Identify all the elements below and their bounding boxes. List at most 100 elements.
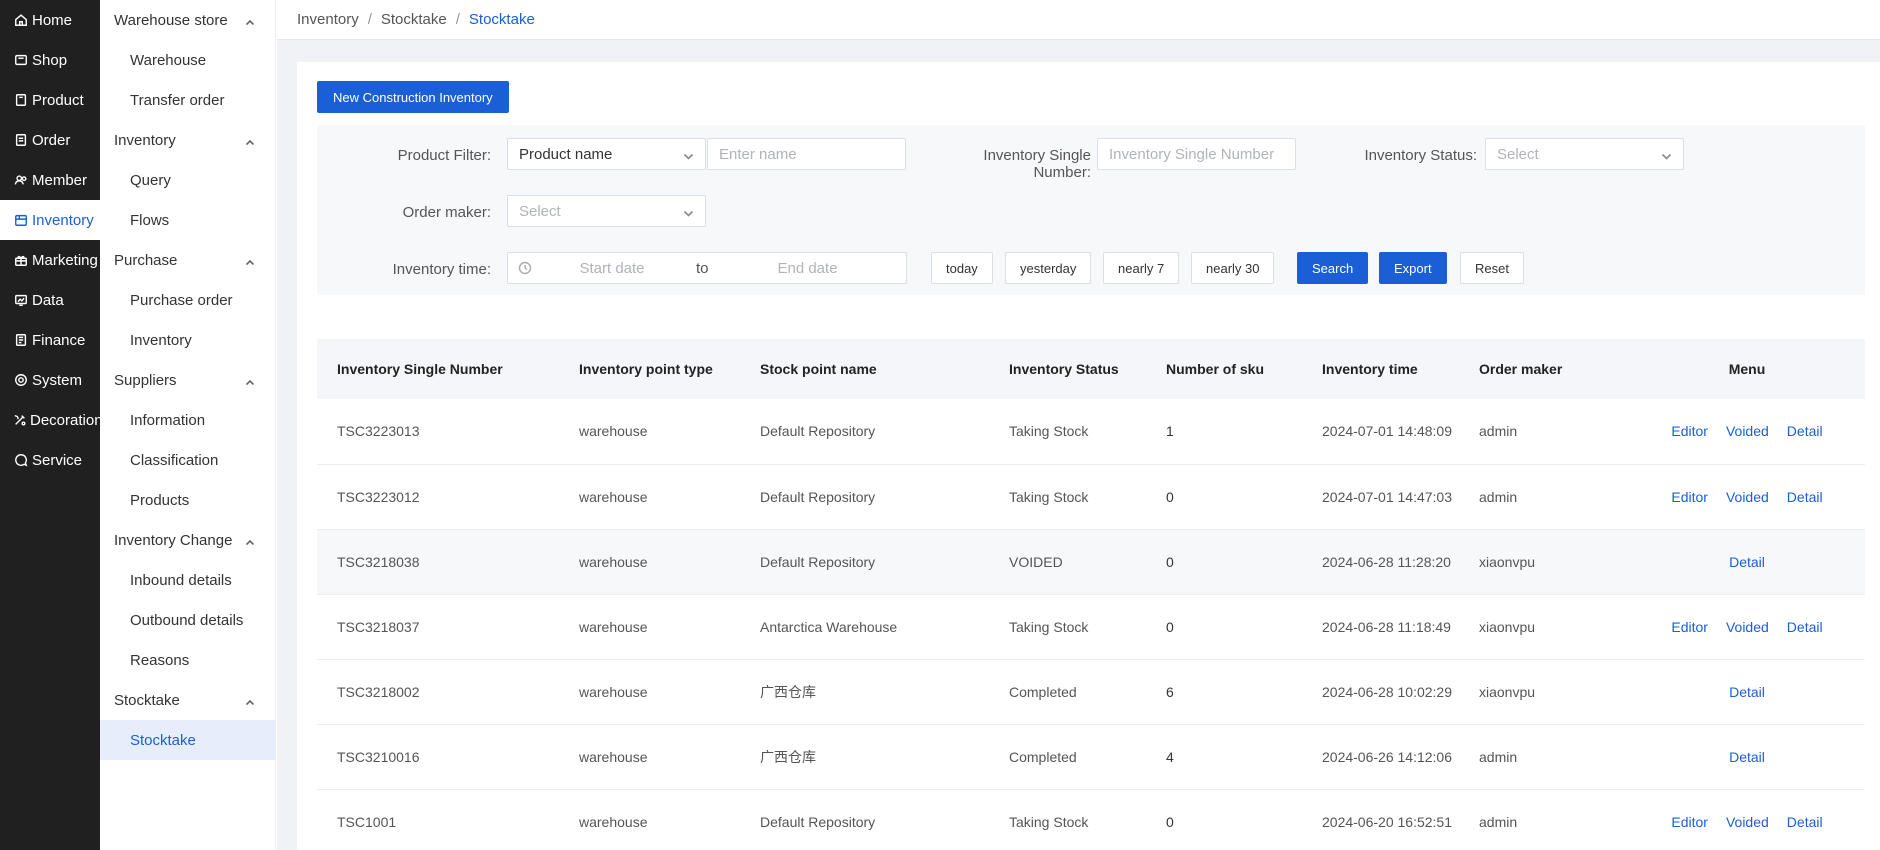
nav-decoration[interactable]: Decoration [0, 400, 103, 440]
col-point-type: Inventory point type [579, 361, 713, 377]
nav-data[interactable]: Data [0, 280, 100, 320]
service-icon [13, 452, 29, 468]
detail-link[interactable]: Detail [1729, 554, 1765, 570]
sub-inbound-details[interactable]: Inbound details [100, 560, 275, 600]
detail-link[interactable]: Detail [1729, 684, 1765, 700]
cell-time: 2024-06-28 11:28:20 [1322, 553, 1451, 570]
data-icon [13, 292, 29, 308]
nav-order[interactable]: Order [0, 120, 100, 160]
product-filter-select[interactable]: Product name [507, 138, 706, 170]
today-button[interactable]: today [931, 252, 993, 284]
editor-link[interactable]: Editor [1671, 814, 1708, 830]
nav-label: Home [32, 11, 73, 29]
group-suppliers[interactable]: Suppliers [100, 360, 275, 400]
yesterday-button[interactable]: yesterday [1005, 252, 1092, 284]
order-maker-select[interactable]: Select [507, 195, 706, 227]
detail-link[interactable]: Detail [1787, 814, 1823, 830]
nav-home[interactable]: Home [0, 0, 100, 40]
detail-link[interactable]: Detail [1787, 619, 1823, 635]
sub-classification[interactable]: Classification [100, 440, 275, 480]
start-date-input[interactable]: Start date [532, 260, 692, 277]
cell-number: TSC1001 [337, 813, 397, 830]
sub-purchase-inventory[interactable]: Inventory [100, 320, 275, 360]
editor-link[interactable]: Editor [1671, 489, 1708, 505]
col-single-number: Inventory Single Number [337, 361, 503, 377]
single-number-label: Inventory Single Number: [983, 147, 1091, 181]
end-date-input[interactable]: End date [713, 260, 903, 277]
nav-system[interactable]: System [0, 360, 100, 400]
chevron-up-icon [245, 695, 255, 706]
date-range-picker[interactable]: Start date to End date [507, 252, 907, 284]
voided-link[interactable]: Voided [1726, 619, 1769, 635]
chevron-down-icon [683, 206, 694, 217]
breadcrumb: Inventory / Stocktake / Stocktake [277, 0, 1880, 40]
nav-product[interactable]: Product [0, 80, 100, 120]
cell-point: Default Repository [760, 423, 876, 440]
export-button[interactable]: Export [1379, 252, 1447, 284]
cell-number: TSC3218038 [337, 553, 420, 570]
group-warehouse-store[interactable]: Warehouse store [100, 0, 275, 40]
group-label: Inventory Change [114, 531, 233, 549]
editor-link[interactable]: Editor [1671, 423, 1708, 439]
nav-marketing[interactable]: Marketing [0, 240, 100, 280]
cell-status: VOIDED [1009, 553, 1063, 570]
voided-link[interactable]: Voided [1726, 489, 1769, 505]
breadcrumb-inventory[interactable]: Inventory [297, 11, 359, 28]
nearly-7-button[interactable]: nearly 7 [1103, 252, 1180, 284]
secondary-sidebar: Warehouse store Warehouse Transfer order… [100, 0, 276, 850]
detail-link[interactable]: Detail [1787, 489, 1823, 505]
nav-label: Service [32, 451, 83, 469]
voided-link[interactable]: Voided [1726, 814, 1769, 830]
nearly-30-button[interactable]: nearly 30 [1191, 252, 1275, 284]
detail-link[interactable]: Detail [1787, 423, 1823, 439]
sub-stocktake[interactable]: Stocktake [100, 720, 275, 760]
cell-status: Taking Stock [1009, 618, 1089, 635]
cell-maker: xiaonvpu [1479, 553, 1536, 570]
editor-link[interactable]: Editor [1671, 619, 1708, 635]
order-maker-label: Order maker: [402, 204, 491, 221]
sub-products[interactable]: Products [100, 480, 275, 520]
chevron-down-icon [683, 149, 694, 160]
sub-transfer-order[interactable]: Transfer order [100, 80, 275, 120]
group-inventory-change[interactable]: Inventory Change [100, 520, 275, 560]
col-time: Inventory time [1322, 361, 1418, 377]
sub-information[interactable]: Information [100, 400, 275, 440]
reset-button[interactable]: Reset [1460, 252, 1524, 284]
product-name-input[interactable]: Enter name [707, 138, 906, 170]
order-icon [13, 132, 29, 148]
voided-link[interactable]: Voided [1726, 423, 1769, 439]
group-inventory[interactable]: Inventory [100, 120, 275, 160]
order-maker-placeholder: Select [519, 202, 561, 220]
sub-reasons[interactable]: Reasons [100, 640, 275, 680]
table-row: TSC3218037 warehouse Antarctica Warehous… [317, 594, 1865, 659]
single-number-input[interactable]: Inventory Single Number [1097, 138, 1296, 170]
status-label: Inventory Status: [1364, 147, 1477, 164]
new-construction-inventory-button[interactable]: New Construction Inventory [317, 81, 509, 113]
group-label: Purchase [114, 251, 178, 269]
search-button[interactable]: Search [1297, 252, 1369, 284]
status-select[interactable]: Select [1485, 138, 1684, 170]
nav-member[interactable]: Member [0, 160, 100, 200]
sub-outbound-details[interactable]: Outbound details [100, 600, 275, 640]
cell-point: Default Repository [760, 488, 876, 505]
sub-query[interactable]: Query [100, 160, 275, 200]
breadcrumb-stocktake[interactable]: Stocktake [381, 11, 447, 28]
filter-panel: Product Filter: Product name Enter name … [317, 125, 1865, 295]
cell-actions: Editor Voided Detail [1629, 399, 1865, 464]
detail-link[interactable]: Detail [1729, 749, 1765, 765]
nav-service[interactable]: Service [0, 440, 100, 480]
cell-actions: Editor Voided Detail [1629, 594, 1865, 659]
clock-icon [518, 261, 532, 275]
nav-finance[interactable]: Finance [0, 320, 100, 360]
group-stocktake[interactable]: Stocktake [100, 680, 275, 720]
sub-warehouse[interactable]: Warehouse [100, 40, 275, 80]
cell-time: 2024-06-20 16:52:51 [1322, 813, 1452, 830]
nav-shop[interactable]: Shop [0, 40, 100, 80]
sub-flows[interactable]: Flows [100, 200, 275, 240]
nav-inventory[interactable]: Inventory [0, 200, 100, 240]
chevron-up-icon [245, 255, 255, 266]
cell-time: 2024-07-01 14:48:09 [1322, 423, 1452, 440]
inventory-icon [13, 212, 29, 228]
group-purchase[interactable]: Purchase [100, 240, 275, 280]
sub-purchase-order[interactable]: Purchase order [100, 280, 275, 320]
